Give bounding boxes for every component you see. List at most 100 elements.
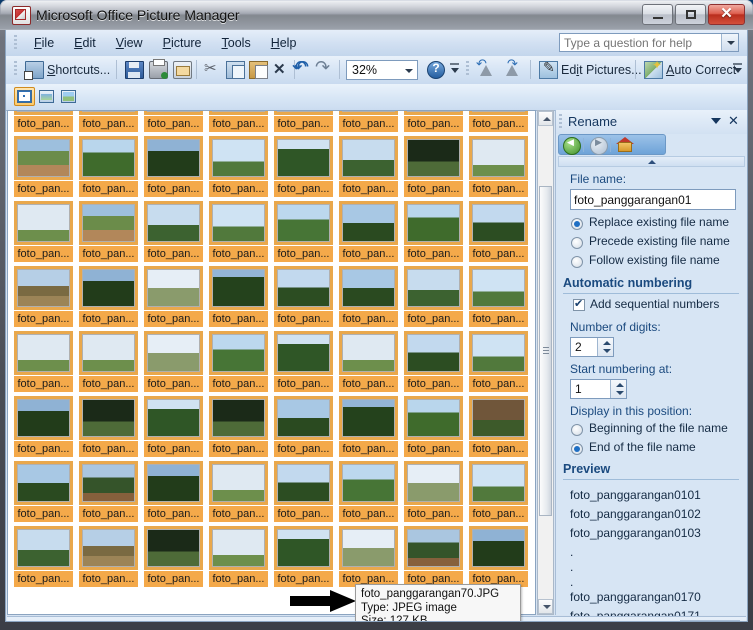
ok-button[interactable]: OK: [572, 621, 642, 622]
home-icon[interactable]: [616, 137, 634, 153]
radio-precede-existing[interactable]: [571, 237, 583, 249]
thumbnail-item[interactable]: foto_pan...: [141, 111, 206, 135]
thumbnail-item[interactable]: foto_pan...: [466, 200, 531, 265]
thumbnail-item[interactable]: foto_pan...: [466, 525, 531, 590]
radio-replace-existing[interactable]: [571, 218, 583, 230]
thumbnail-item[interactable]: foto_pan...: [271, 525, 336, 590]
thumbnail-item[interactable]: foto_pan...: [336, 111, 401, 135]
thumbnail-item[interactable]: foto_pan...: [336, 525, 401, 590]
thumbnail-item[interactable]: foto_pan...: [11, 135, 76, 200]
thumbnail-item[interactable]: foto_pan...: [466, 395, 531, 460]
thumbnail-item[interactable]: foto_pan...: [141, 200, 206, 265]
thumbnail-item[interactable]: foto_pan...: [11, 265, 76, 330]
thumbnail-view-button[interactable]: [14, 87, 35, 106]
thumbnail-item[interactable]: foto_pan...: [401, 265, 466, 330]
copy-button[interactable]: [223, 59, 246, 81]
task-pane-grip[interactable]: [559, 114, 562, 130]
thumbnail-item[interactable]: foto_pan...: [11, 330, 76, 395]
help-button[interactable]: [424, 59, 448, 81]
minimize-button[interactable]: [642, 4, 673, 25]
menu-picture[interactable]: Picture: [153, 33, 212, 53]
back-icon[interactable]: [563, 137, 581, 155]
thumbnail-item[interactable]: foto_pan...: [336, 330, 401, 395]
scrollbar-thumb[interactable]: [539, 186, 552, 516]
rotate-left-button[interactable]: [474, 56, 500, 81]
thumbnail-item[interactable]: foto_pan...: [76, 111, 141, 135]
file-name-input-wrapper[interactable]: [570, 189, 736, 210]
auto-correct-button[interactable]: Auto Correct: [641, 58, 740, 81]
thumbnail-item[interactable]: foto_pan...: [336, 135, 401, 200]
maximize-button[interactable]: [675, 4, 706, 25]
thumbnail-item[interactable]: foto_pan...: [76, 460, 141, 525]
thumbnail-item[interactable]: foto_pan...: [401, 200, 466, 265]
toolbar2-overflow-button[interactable]: [733, 62, 742, 79]
thumbnail-item[interactable]: foto_pan...: [271, 330, 336, 395]
radio-beginning-of-file-name[interactable]: [571, 424, 583, 436]
stepper-arrows-icon[interactable]: [597, 338, 613, 356]
thumbnail-item[interactable]: foto_pan...: [11, 525, 76, 590]
thumbnail-item[interactable]: foto_pan...: [466, 460, 531, 525]
thumbnail-item[interactable]: foto_pan...: [271, 200, 336, 265]
thumbnail-item[interactable]: foto_pan...: [141, 135, 206, 200]
thumbnail-item[interactable]: foto_pan...: [11, 200, 76, 265]
menu-grip[interactable]: [14, 35, 17, 51]
thumbnail-item[interactable]: foto_pan...: [206, 111, 271, 135]
thumbnail-scrollbar[interactable]: [537, 110, 554, 615]
number-of-digits-stepper[interactable]: 2: [570, 337, 614, 357]
thumbnail-item[interactable]: foto_pan...: [271, 135, 336, 200]
edit-pictures-button[interactable]: Edit Pictures...: [536, 59, 646, 81]
checkbox-add-sequential-numbers[interactable]: [573, 297, 585, 311]
thumbnail-item[interactable]: foto_pan...: [206, 330, 271, 395]
help-search-input[interactable]: [560, 34, 718, 51]
thumbnail-item[interactable]: foto_pan...: [466, 111, 531, 135]
start-numbering-at-stepper[interactable]: 1: [570, 379, 627, 399]
radio-end-of-file-name[interactable]: [571, 443, 583, 455]
help-search-box[interactable]: [559, 33, 739, 52]
save-button[interactable]: [122, 59, 146, 81]
thumbnail-item[interactable]: foto_pan...: [141, 330, 206, 395]
thumbnail-item[interactable]: foto_pan...: [76, 330, 141, 395]
radio-follow-existing[interactable]: [571, 256, 583, 268]
forward-icon[interactable]: [590, 137, 608, 155]
thumbnail-item[interactable]: foto_pan...: [141, 460, 206, 525]
rotate-right-button[interactable]: [500, 56, 526, 81]
filmstrip-view-button[interactable]: [36, 87, 57, 106]
thumbnail-item[interactable]: foto_pan...: [466, 330, 531, 395]
thumbnail-item[interactable]: foto_pan...: [76, 200, 141, 265]
thumbnail-item[interactable]: foto_pan...: [141, 525, 206, 590]
zoom-combobox[interactable]: 32%: [346, 60, 418, 80]
scroll-up-button[interactable]: [538, 111, 553, 126]
thumbnail-item[interactable]: foto_pan...: [206, 135, 271, 200]
close-icon[interactable]: ✕: [726, 113, 741, 128]
thumbnail-item[interactable]: foto_pan...: [76, 135, 141, 200]
thumbnail-item[interactable]: foto_pan...: [336, 395, 401, 460]
thumbnail-item[interactable]: foto_pan...: [336, 200, 401, 265]
thumbnail-item[interactable]: foto_pan...: [141, 265, 206, 330]
thumbnail-item[interactable]: foto_pan...: [206, 395, 271, 460]
shortcuts-button[interactable]: Shortcuts...: [22, 59, 114, 81]
thumbnail-item[interactable]: foto_pan...: [11, 460, 76, 525]
thumbnail-item[interactable]: foto_pan...: [466, 265, 531, 330]
menu-edit[interactable]: Edit: [64, 33, 106, 53]
thumbnail-item[interactable]: foto_pan...: [401, 330, 466, 395]
scroll-down-button[interactable]: [538, 599, 553, 614]
cut-button[interactable]: [200, 59, 223, 81]
menu-tools[interactable]: Tools: [212, 33, 261, 53]
single-picture-view-button[interactable]: [58, 87, 79, 106]
thumbnail-item[interactable]: foto_pan...: [401, 460, 466, 525]
thumbnail-item[interactable]: foto_pan...: [206, 200, 271, 265]
thumbnail-item[interactable]: foto_pan...: [336, 265, 401, 330]
thumbnail-item[interactable]: foto_pan...: [11, 111, 76, 135]
redo-button[interactable]: [312, 57, 336, 81]
paste-button[interactable]: [246, 59, 269, 81]
thumbnail-item[interactable]: foto_pan...: [401, 525, 466, 590]
menu-view[interactable]: View: [106, 33, 153, 53]
toolbar-overflow-button[interactable]: [450, 62, 459, 79]
thumbnail-item[interactable]: foto_pan...: [76, 395, 141, 460]
thumbnail-item[interactable]: foto_pan...: [271, 395, 336, 460]
chevron-down-icon[interactable]: [711, 118, 721, 124]
thumbnail-item[interactable]: foto_pan...: [206, 265, 271, 330]
toolbar2-grip[interactable]: [466, 61, 469, 77]
stepper-arrows-icon[interactable]: [610, 380, 626, 398]
thumbnail-item[interactable]: foto_pan...: [401, 395, 466, 460]
